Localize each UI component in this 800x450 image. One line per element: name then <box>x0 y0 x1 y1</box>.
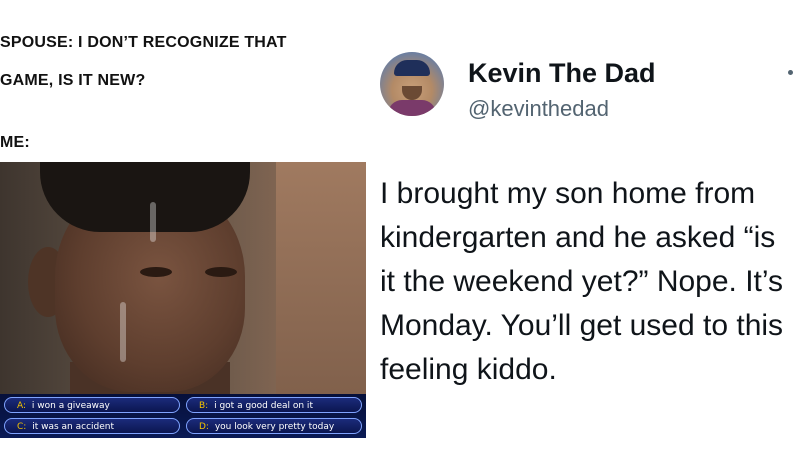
meme-caption-me: ME: <box>0 134 30 151</box>
meme-caption-line1: SPOUSE: I DON’T RECOGNIZE THAT <box>0 34 287 51</box>
answer-d: D: you look very pretty today <box>186 418 362 434</box>
photo-eye-right <box>205 267 237 277</box>
photo-eye-left <box>140 267 172 277</box>
answer-a-key: A: <box>17 401 27 411</box>
more-options-icon[interactable] <box>788 70 793 75</box>
photo-sweat <box>120 302 126 362</box>
answer-c: C: it was an accident <box>4 418 180 434</box>
photo-sweat <box>150 202 156 242</box>
avatar-cap <box>394 60 430 76</box>
answer-c-key: C: <box>17 422 27 432</box>
answer-d-key: D: <box>199 422 209 432</box>
avatar[interactable] <box>380 52 444 116</box>
answer-a-text: i won a giveaway <box>31 401 110 411</box>
tweet-text: I brought my son home from kindergarten … <box>380 177 784 386</box>
photo-hair <box>40 162 250 232</box>
answer-c-text: it was an accident <box>32 422 114 432</box>
quiz-answer-panel: A: i won a giveaway B: i got a good deal… <box>0 394 366 438</box>
avatar-body <box>388 100 436 116</box>
answer-b-key: B: <box>199 401 209 411</box>
meme-caption-line2: GAME, IS IT NEW? <box>0 72 146 89</box>
tweet-author-name[interactable]: Kevin The Dad <box>468 58 656 89</box>
answer-d-text: you look very pretty today <box>214 422 335 432</box>
answer-b: B: i got a good deal on it <box>186 397 362 413</box>
avatar-beard <box>402 86 422 100</box>
tweet-author-handle[interactable]: @kevinthedad <box>468 96 609 122</box>
answer-a: A: i won a giveaway <box>4 397 180 413</box>
answer-b-text: i got a good deal on it <box>214 401 313 411</box>
